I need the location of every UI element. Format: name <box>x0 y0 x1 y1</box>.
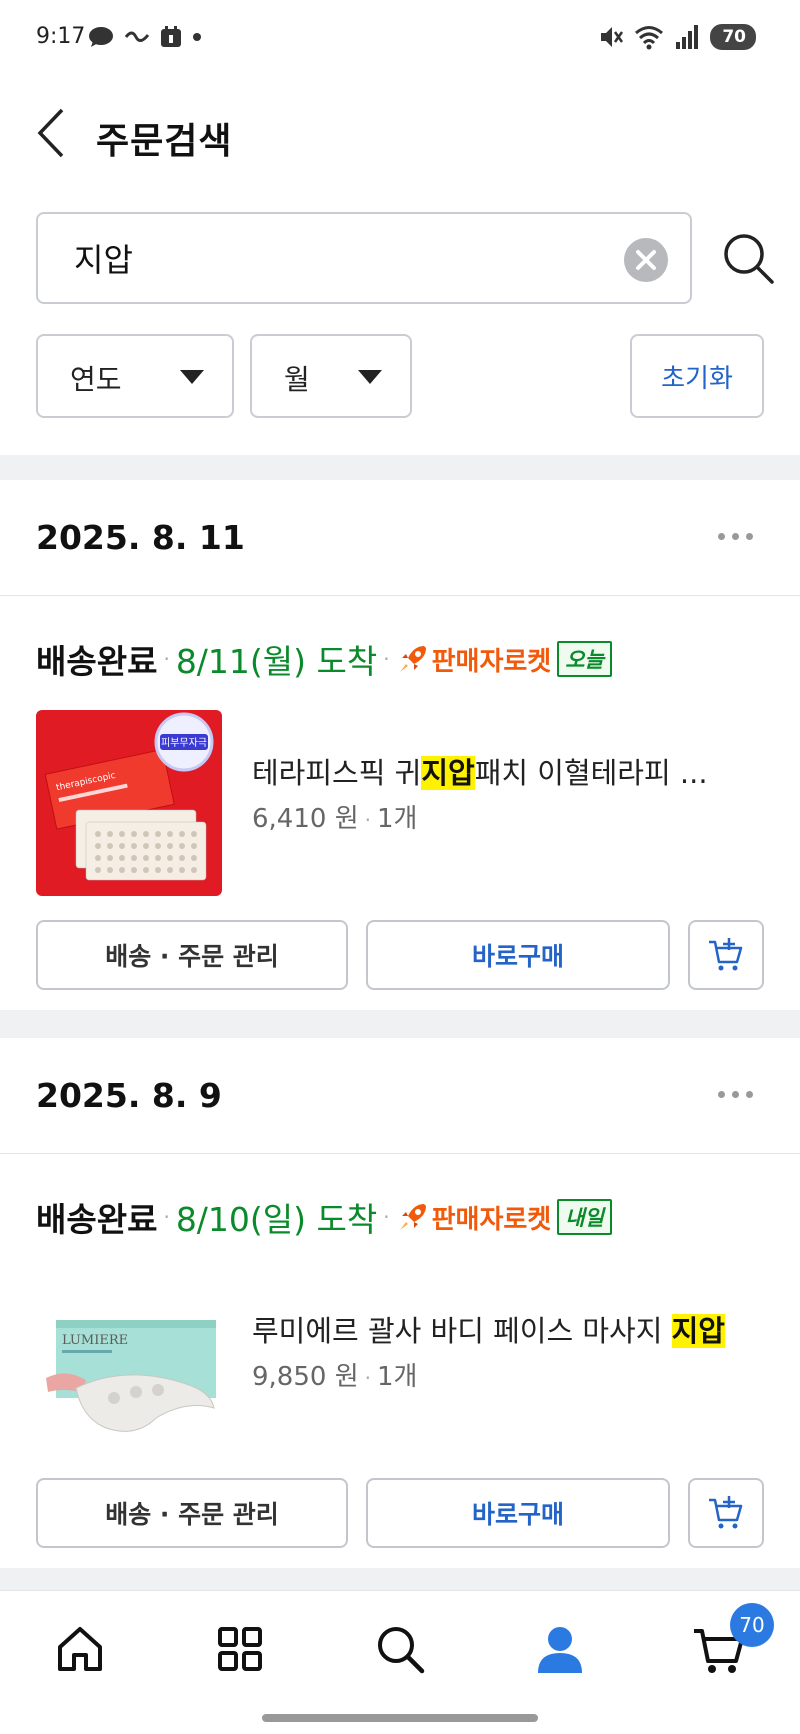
grid-icon <box>218 1627 262 1671</box>
search-input[interactable] <box>74 236 614 280</box>
order-date: 2025. 8. 9 <box>36 1076 222 1115</box>
product-name-prefix: 루미에르 괄사 바디 페이스 마사지 <box>252 1314 672 1348</box>
rocket-icon <box>399 646 426 672</box>
mute-icon <box>601 27 624 47</box>
system-icons: 70 <box>598 24 756 50</box>
cart-count-badge: 70 <box>730 1603 774 1647</box>
cart-plus-icon <box>709 1496 743 1529</box>
order-card: 2025. 8. 11 배송완료 · 8/11(월) 도착 · 판매자로켓 오늘… <box>0 480 800 1010</box>
status-bar: 9:17 70 <box>0 0 800 80</box>
nav-categories[interactable] <box>210 1619 270 1679</box>
price-line: 9,850 원 · 1개 <box>252 1356 417 1393</box>
bottom-nav: 70 <box>0 1590 800 1734</box>
caret-down-icon <box>358 370 382 384</box>
product-name[interactable]: 테라피스픽 귀지압패치 이혈테라피 ... <box>252 750 772 792</box>
close-icon <box>636 250 656 270</box>
search-box[interactable] <box>36 212 692 304</box>
delivery-status-line: 배송완료 · 8/10(일) 도착 · 판매자로켓 내일 <box>36 1192 612 1242</box>
product-name[interactable]: 루미에르 괄사 바디 페이스 마사지 지압 <box>252 1308 772 1350</box>
separator-dot: · <box>383 1205 390 1229</box>
more-options-button[interactable] <box>718 526 758 546</box>
year-dropdown-label: 연도 <box>70 363 122 396</box>
separator-dot: · <box>163 647 170 671</box>
product-quantity: 1개 <box>376 1362 418 1392</box>
separator-dot: · <box>383 647 390 671</box>
search-icon <box>724 234 774 284</box>
order-card: 2025. 8. 9 배송완료 · 8/10(일) 도착 · 판매자로켓 내일 … <box>0 1038 800 1568</box>
order-date-row: 2025. 8. 9 <box>0 1038 800 1154</box>
delivery-status: 배송완료 <box>36 642 158 681</box>
calendar-icon <box>161 26 181 47</box>
add-to-cart-button[interactable] <box>688 1478 764 1548</box>
product-name-prefix: 테라피스픽 귀 <box>252 756 422 790</box>
chat-bubble-icon <box>89 27 113 47</box>
back-button[interactable] <box>30 106 74 160</box>
arrival-date: 8/10(일) 도착 <box>175 1200 378 1239</box>
month-dropdown[interactable]: 월 <box>250 334 412 418</box>
manage-order-button[interactable]: 배송 · 주문 관리 <box>36 1478 348 1548</box>
wifi-icon <box>635 26 664 50</box>
search-icon <box>378 1627 425 1674</box>
more-options-button[interactable] <box>718 1084 758 1104</box>
thumb-brand-text: LUMIERE <box>62 1333 128 1348</box>
dot-icon <box>193 33 201 41</box>
order-date: 2025. 8. 11 <box>36 518 245 557</box>
separator-dot: · <box>163 1205 170 1229</box>
order-date-row: 2025. 8. 11 <box>0 480 800 596</box>
buy-now-button[interactable]: 바로구매 <box>366 920 670 990</box>
cart-plus-icon <box>709 938 743 971</box>
month-dropdown-label: 월 <box>284 363 310 396</box>
product-quantity: 1개 <box>376 804 418 834</box>
search-header: 주문검색 연도 월 초기화 <box>0 80 800 455</box>
home-indicator[interactable] <box>262 1714 538 1722</box>
nav-my-account[interactable] <box>530 1619 590 1679</box>
reset-button[interactable]: 초기화 <box>630 334 764 418</box>
signal-icon <box>676 25 699 49</box>
manage-order-button[interactable]: 배송 · 주문 관리 <box>36 920 348 990</box>
delivery-day-badge: 오늘 <box>557 641 612 677</box>
product-thumbnail[interactable]: LUMIERE <box>36 1268 222 1454</box>
add-to-cart-button[interactable] <box>688 920 764 990</box>
product-thumbnail[interactable]: therapiscopic 피부무자극 <box>36 710 222 896</box>
arrival-date: 8/11(월) 도착 <box>175 642 378 681</box>
product-price: 9,850 원 <box>252 1362 359 1392</box>
price-line: 6,410 원 · 1개 <box>252 798 417 835</box>
notification-icons <box>88 26 202 48</box>
delivery-status: 배송완료 <box>36 1200 158 1239</box>
seller-rocket-label: 판매자로켓 <box>431 1204 552 1235</box>
caret-down-icon <box>180 370 204 384</box>
back-arrow-icon <box>37 108 64 158</box>
page-title: 주문검색 <box>96 121 233 162</box>
search-highlight: 지압 <box>671 1314 725 1348</box>
status-time: 9:17 <box>36 24 86 49</box>
year-dropdown[interactable]: 연도 <box>36 334 234 418</box>
search-highlight: 지압 <box>421 756 475 790</box>
battery-level: 70 <box>710 24 756 50</box>
product-price: 6,410 원 <box>252 804 359 834</box>
product-name-suffix: 패치 이혈테라피 ... <box>474 756 708 790</box>
product-image: LUMIERE <box>36 1268 222 1454</box>
clear-search-button[interactable] <box>624 238 668 282</box>
search-button[interactable] <box>720 230 776 286</box>
home-icon <box>58 1627 102 1671</box>
delivery-status-line: 배송완료 · 8/11(월) 도착 · 판매자로켓 오늘 <box>36 634 612 684</box>
buy-now-button[interactable]: 바로구매 <box>366 1478 670 1548</box>
product-image: therapiscopic 피부무자극 <box>36 710 222 896</box>
thumb-badge-text: 피부무자극 <box>161 737 207 749</box>
nav-home[interactable] <box>50 1619 110 1679</box>
separator-dot: · <box>364 1366 371 1390</box>
nav-search[interactable] <box>370 1619 430 1679</box>
user-icon <box>538 1627 582 1673</box>
separator-dot: · <box>364 808 371 832</box>
delivery-day-badge: 내일 <box>557 1199 612 1235</box>
app-notify-icon <box>124 31 150 42</box>
seller-rocket-label: 판매자로켓 <box>431 646 552 677</box>
rocket-icon <box>399 1204 426 1230</box>
